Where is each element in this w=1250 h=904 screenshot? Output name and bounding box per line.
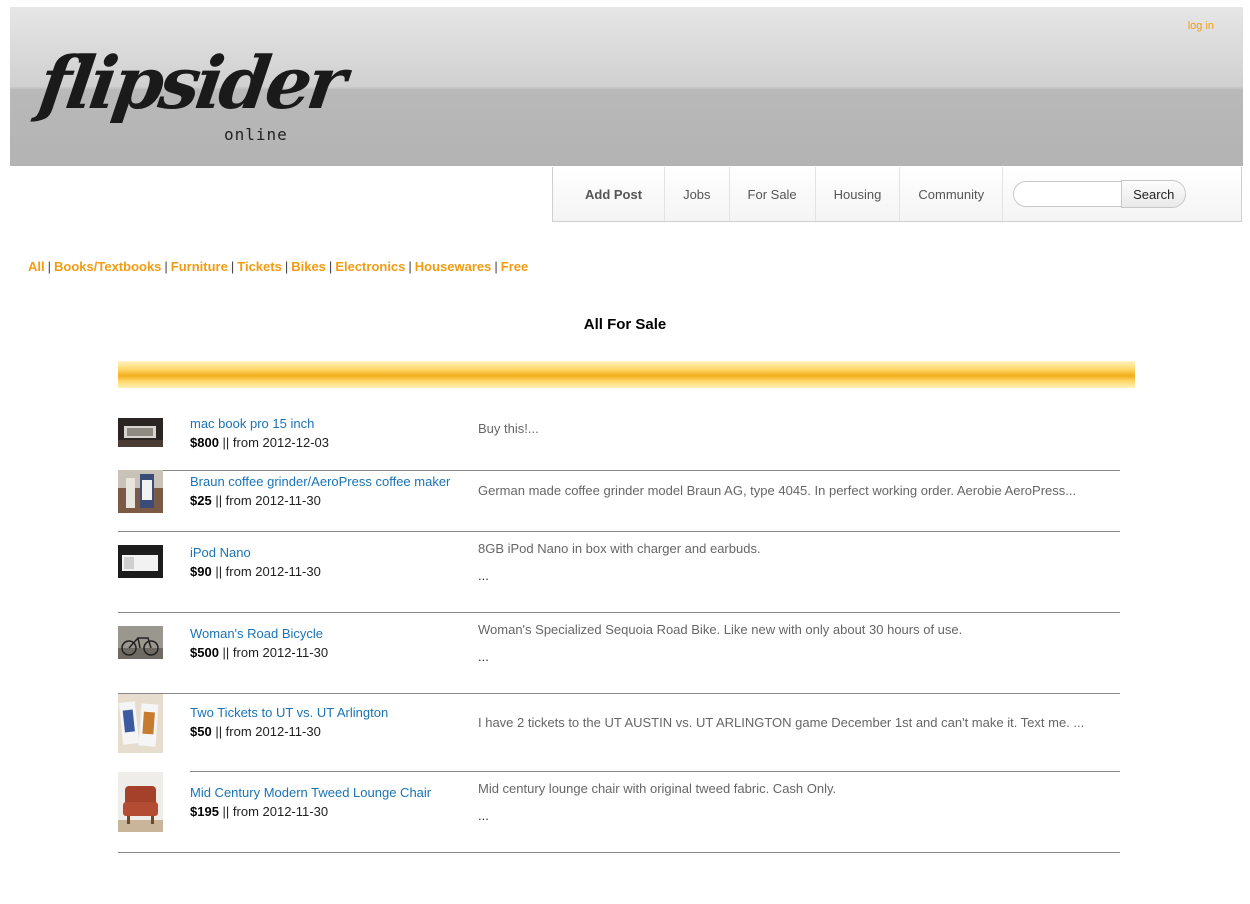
- category-bikes[interactable]: Bikes: [291, 259, 326, 274]
- listing-date: || from 2012-11-30: [218, 645, 329, 660]
- listing-description: I have 2 tickets to the UT AUSTIN vs. UT…: [478, 715, 1085, 730]
- listing-title[interactable]: Woman's Road Bicycle: [190, 626, 323, 641]
- category-separator: |: [164, 259, 168, 274]
- flipsider-logo[interactable]: flipsider online: [34, 40, 348, 153]
- listing-description: 8GB iPod Nano in box with charger and ea…: [478, 541, 761, 556]
- listing-more: ...: [478, 568, 489, 583]
- listing-meta: $195 || from 2012-11-30: [190, 804, 328, 819]
- listing-meta: $800 || from 2012-12-03: [190, 435, 329, 450]
- listing-divider: [118, 852, 1120, 853]
- listing-date: || from 2012-11-30: [211, 564, 321, 579]
- listing-thumbnail[interactable]: [118, 626, 163, 659]
- search-form: Search: [1003, 167, 1187, 221]
- listing-price: $90: [190, 564, 212, 579]
- listing-divider: [118, 531, 1120, 532]
- search-button[interactable]: Search: [1121, 180, 1187, 208]
- listing-thumbnail[interactable]: [118, 545, 163, 578]
- nav-for-sale[interactable]: For Sale: [730, 167, 816, 221]
- listing-meta: $500 || from 2012-11-30: [190, 645, 328, 660]
- listing-description: Mid century lounge chair with original t…: [478, 781, 837, 796]
- listing-title[interactable]: mac book pro 15 inch: [190, 416, 314, 431]
- category-separator: |: [408, 259, 412, 274]
- listing-price: $800: [190, 435, 219, 450]
- listing-title[interactable]: iPod Nano: [190, 545, 251, 560]
- search-input[interactable]: [1013, 181, 1122, 207]
- nav-add-post[interactable]: Add Post: [553, 167, 666, 221]
- category-tickets[interactable]: Tickets: [237, 259, 282, 274]
- category-separator: |: [47, 259, 52, 274]
- listing-price: $25: [190, 493, 212, 508]
- nav-community[interactable]: Community: [900, 167, 1004, 221]
- listing-price: $195: [190, 804, 219, 819]
- nav-housing[interactable]: Housing: [816, 167, 901, 221]
- listing-meta: $25 || from 2012-11-30: [190, 493, 321, 508]
- listing-date: || from 2012-11-30: [211, 493, 321, 508]
- category-free[interactable]: Free: [501, 259, 528, 274]
- page-title: All For Sale: [583, 316, 667, 333]
- listing-divider: [118, 612, 1120, 613]
- category-housewares[interactable]: Housewares: [415, 259, 492, 274]
- login-link[interactable]: log in: [1188, 20, 1214, 32]
- listing-thumbnail[interactable]: [118, 694, 163, 753]
- listing-meta: $90 || from 2012-11-30: [190, 564, 321, 579]
- category-separator: |: [494, 259, 498, 274]
- listing-price: $50: [190, 724, 212, 739]
- listing-description: Woman's Specialized Sequoia Road Bike. L…: [478, 622, 963, 637]
- category-separator: |: [284, 259, 289, 274]
- listing-divider: [118, 693, 1120, 694]
- main-nav: Add Post Jobs For Sale Housing Community…: [552, 167, 1242, 222]
- category-separator: |: [328, 259, 333, 274]
- listing-more: ...: [478, 808, 489, 823]
- listing-description: German made coffee grinder model Braun A…: [478, 483, 1077, 498]
- site-header: log in flipsider online: [10, 7, 1243, 166]
- listing-more: ...: [478, 649, 489, 664]
- listing-divider: [190, 771, 1120, 772]
- listing-date: || from 2012-11-30: [211, 724, 321, 739]
- category-furniture[interactable]: Furniture: [171, 259, 228, 274]
- listing-date: || from 2012-12-03: [218, 435, 330, 450]
- header-bar: [118, 361, 1135, 388]
- listing-thumbnail[interactable]: [118, 470, 163, 513]
- listing-price: $500: [190, 645, 219, 660]
- nav-jobs[interactable]: Jobs: [665, 167, 730, 221]
- listing-title[interactable]: Mid Century Modern Tweed Lounge Chair: [190, 785, 431, 800]
- listing-thumbnail[interactable]: [118, 418, 163, 447]
- listing-title[interactable]: Two Tickets to UT vs. UT Arlington: [190, 705, 388, 720]
- category-books-textbooks[interactable]: Books/Textbooks: [54, 259, 161, 274]
- listing-divider: [163, 470, 1120, 471]
- listing-thumbnail[interactable]: [118, 772, 163, 832]
- listing-description: Buy this!...: [478, 421, 539, 436]
- logo-subtitle: online: [224, 125, 288, 144]
- category-all[interactable]: All: [28, 259, 45, 274]
- listing-meta: $50 || from 2012-11-30: [190, 724, 321, 739]
- category-filter: All | Books/Textbooks | Furniture | Tickets | Bi…: [28, 259, 528, 274]
- listing-date: || from 2012-11-30: [218, 804, 329, 819]
- logo-wordmark: flipsider: [34, 40, 349, 125]
- category-electronics[interactable]: Electronics: [335, 259, 405, 274]
- listing-title[interactable]: Braun coffee grinder/AeroPress coffee ma…: [190, 474, 450, 489]
- category-separator: |: [230, 259, 235, 274]
